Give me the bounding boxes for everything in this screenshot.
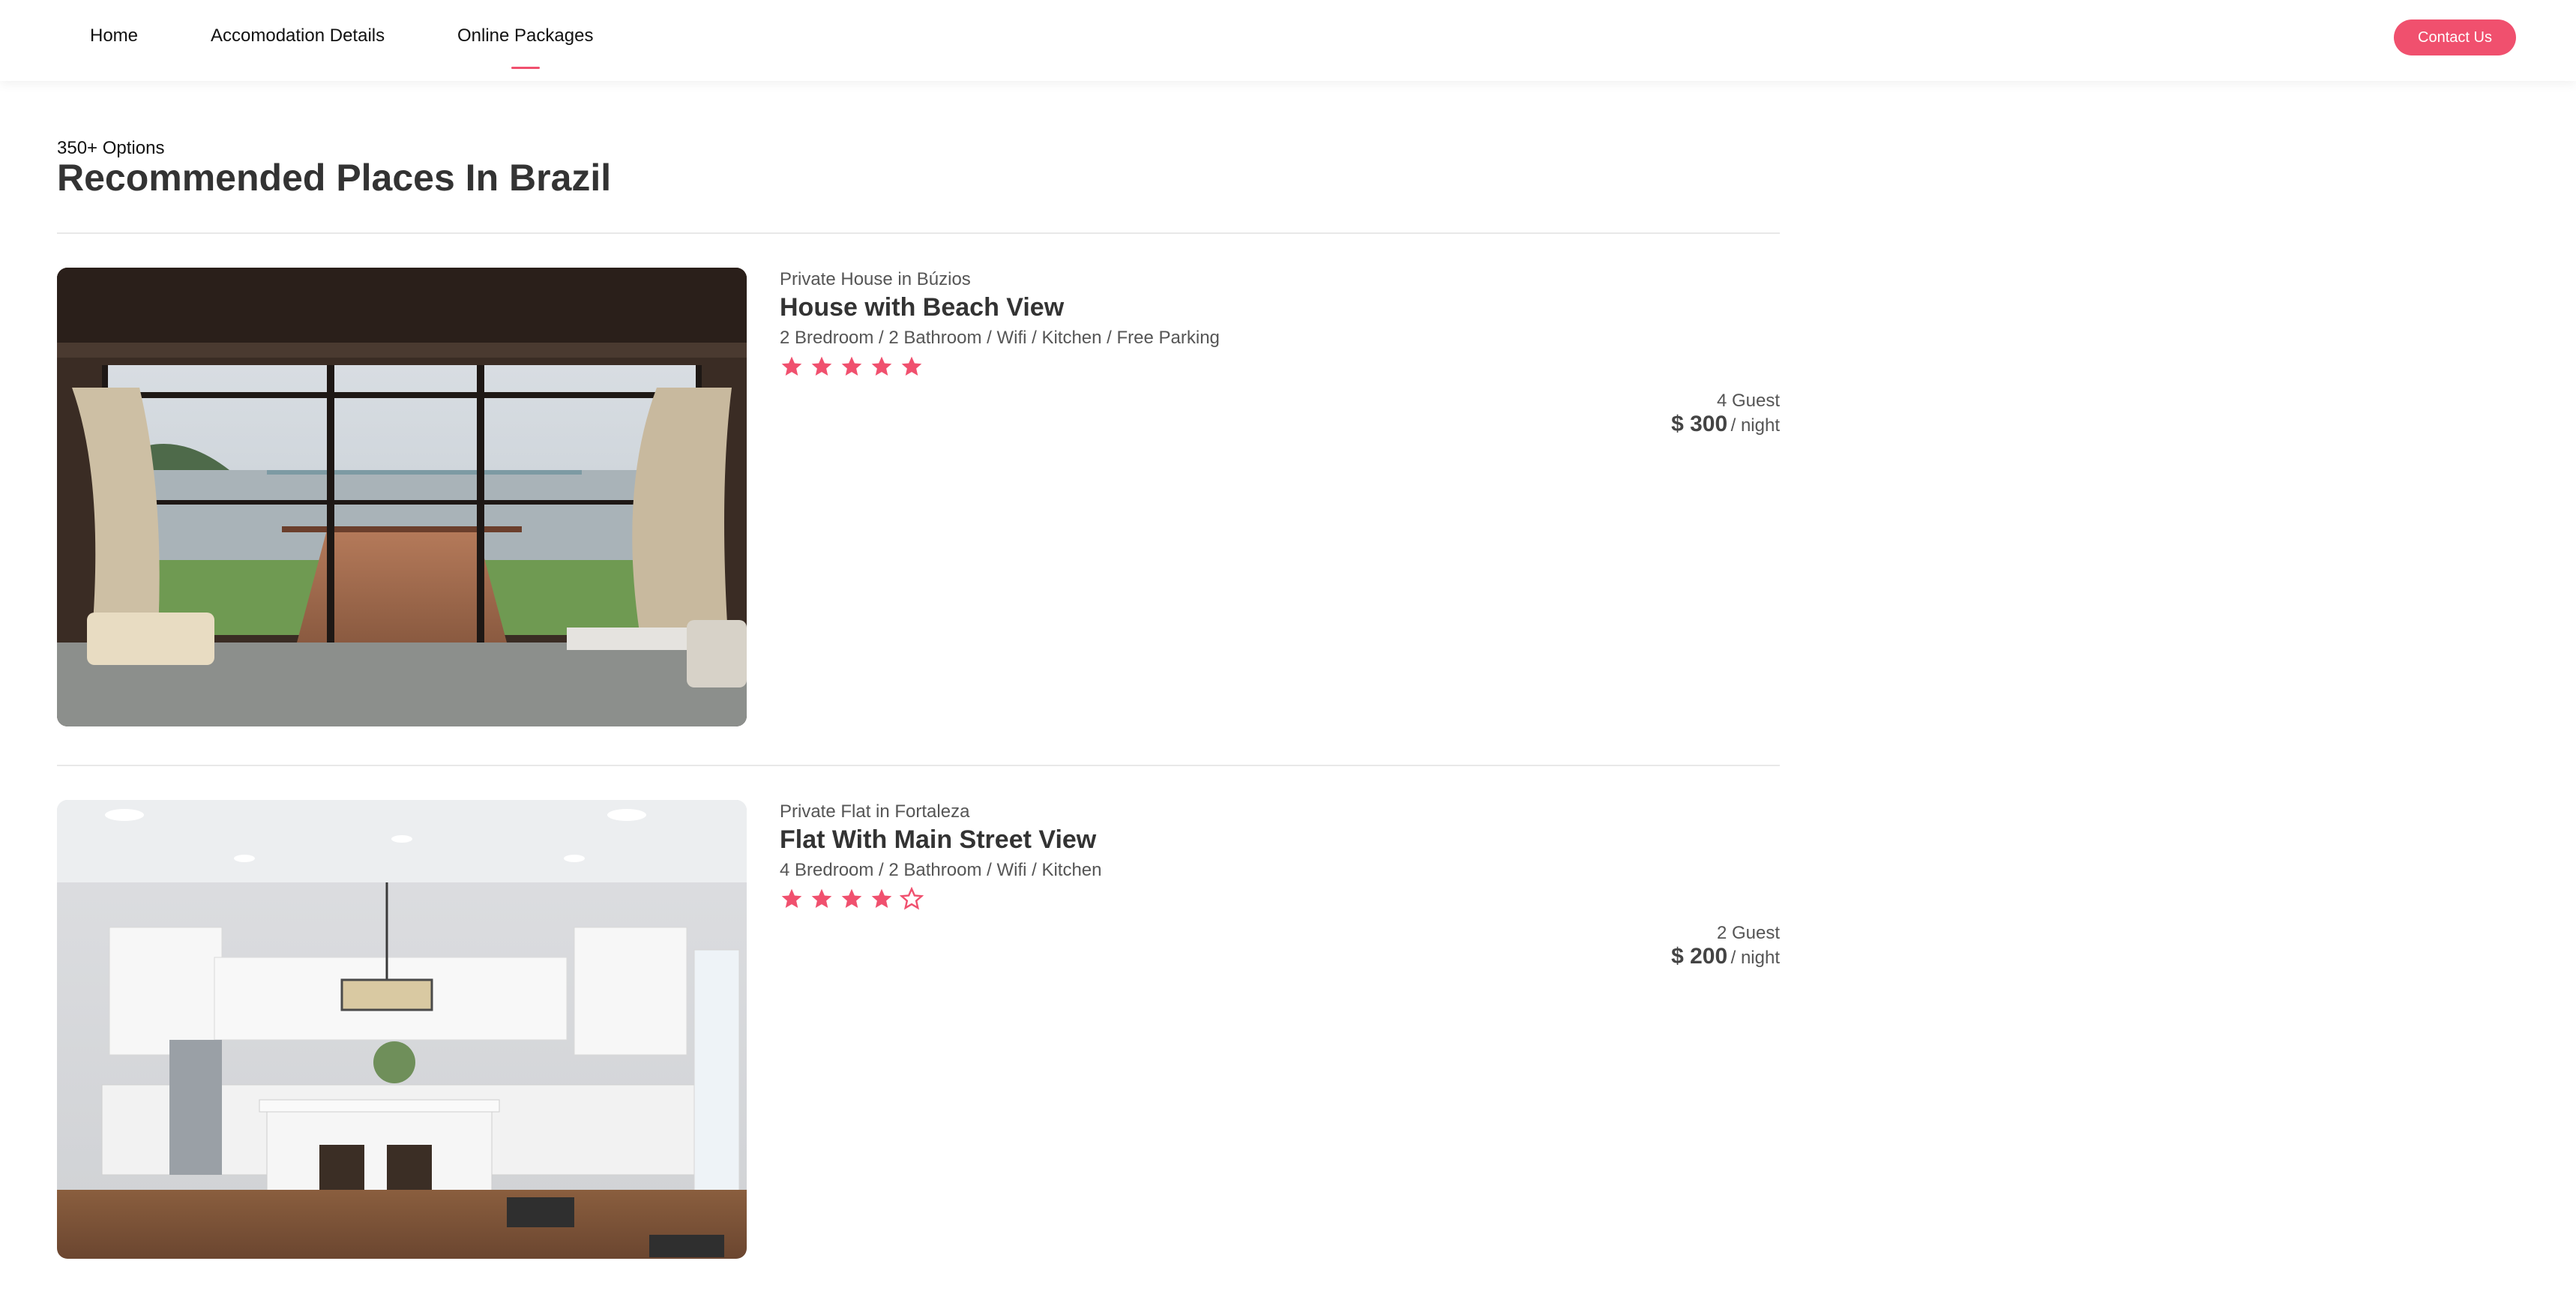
star-filled-icon [841, 888, 862, 908]
star-filled-icon [871, 888, 892, 908]
star-filled-icon [811, 888, 832, 908]
top-navbar: Home Accomodation Details Online Package… [0, 0, 2576, 81]
listing-title[interactable]: Flat With Main Street View [780, 825, 1096, 855]
kitchen-photo[interactable] [57, 800, 747, 1259]
star-filled-icon [781, 356, 802, 376]
price: $ 200 / night [1671, 944, 1780, 969]
guest-count: 4 Guest [1716, 391, 1780, 411]
listing-amenities: 2 Bredroom / 2 Bathroom / Wifi / Kitchen… [780, 328, 1220, 348]
rating-stars [780, 355, 924, 379]
price: $ 300 / night [1671, 412, 1780, 437]
price-amount: $ 300 [1671, 412, 1728, 436]
rating-stars [780, 887, 924, 911]
star-filled-icon [811, 356, 832, 376]
divider [57, 232, 1780, 234]
star-filled-icon [871, 356, 892, 376]
nav-link-home[interactable]: Home [90, 25, 138, 46]
nav-link-online-packages[interactable]: Online Packages [457, 25, 593, 46]
beach-view-room-photo[interactable] [57, 268, 747, 726]
listing-title[interactable]: House with Beach View [780, 293, 1064, 322]
page-title: Recommended Places In Brazil [57, 157, 612, 199]
star-filled-icon [781, 888, 802, 908]
price-unit: / night [1730, 948, 1780, 968]
listing-type: Private House in Búzios [780, 269, 971, 289]
price-amount: $ 200 [1671, 944, 1728, 969]
guest-count: 2 Guest [1716, 923, 1780, 943]
divider [57, 765, 1780, 766]
listing-type: Private Flat in Fortaleza [780, 801, 970, 822]
star-filled-icon [901, 356, 922, 376]
listing-card[interactable]: Private Flat in Fortaleza Flat With Main… [57, 800, 1780, 1259]
contact-us-button[interactable]: Contact Us [2394, 19, 2516, 55]
star-filled-icon [841, 356, 862, 376]
star-outline-icon [900, 887, 924, 910]
price-unit: / night [1730, 415, 1780, 436]
listing-card[interactable]: Private House in Búzios House with Beach… [57, 268, 1780, 726]
listing-amenities: 4 Bredroom / 2 Bathroom / Wifi / Kitchen [780, 860, 1102, 880]
nav-link-accomodation-details[interactable]: Accomodation Details [211, 25, 385, 46]
